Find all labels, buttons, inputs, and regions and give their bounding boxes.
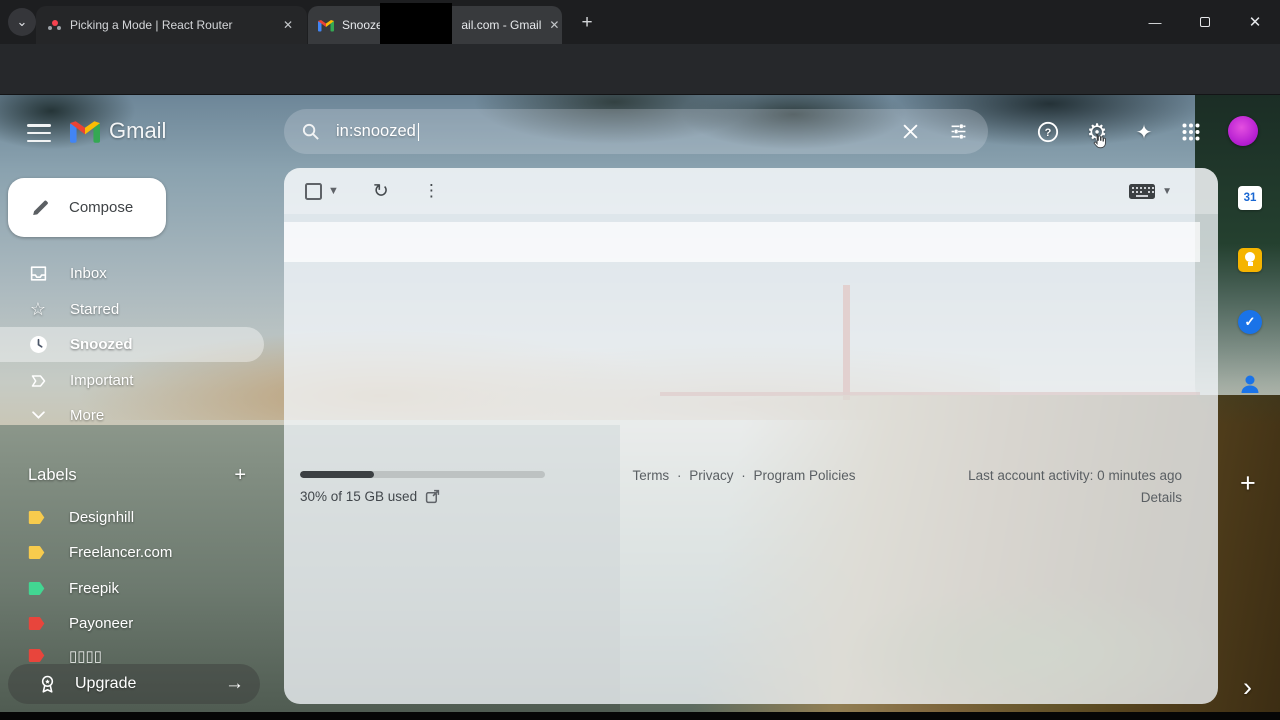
compose-label: Compose: [69, 199, 134, 216]
label-tag-icon: [28, 616, 47, 631]
search-icon[interactable]: [298, 120, 322, 144]
tab-close-icon[interactable]: ✕: [279, 16, 297, 34]
get-addons-icon[interactable]: +: [1240, 468, 1256, 499]
storage-text: 30% of 15 GB used: [300, 489, 418, 504]
storage-meter: [300, 471, 545, 478]
legal-links: Terms · Privacy · Program Policies: [632, 468, 856, 483]
search-input[interactable]: in:snoozed: [336, 122, 416, 141]
tab-title: Picking a Mode | React Router: [70, 18, 233, 32]
refresh-icon[interactable]: ↻: [373, 180, 389, 203]
create-label-icon[interactable]: +: [234, 464, 246, 487]
browser-window: ⌄ Picking a Mode | React Router ✕ Snooze…: [0, 0, 1280, 720]
medal-icon: [38, 674, 57, 695]
main-menu-icon[interactable]: [26, 122, 52, 144]
storage-section: 30% of 15 GB used: [300, 471, 545, 504]
keyboard-icon[interactable]: [1129, 184, 1156, 199]
empty-list-row: [284, 222, 1200, 262]
more-options-icon[interactable]: ⋮: [423, 181, 440, 201]
important-marker-icon: [28, 372, 48, 390]
svg-text:?: ?: [1045, 127, 1052, 139]
select-all-checkbox[interactable]: [305, 182, 322, 200]
sidebar-item-inbox[interactable]: Inbox: [0, 256, 264, 291]
privacy-link[interactable]: Privacy: [689, 468, 733, 483]
list-toolbar: ▼ ↻ ⋮: [284, 168, 1218, 214]
compose-button[interactable]: Compose: [8, 178, 166, 237]
contacts-icon[interactable]: [1238, 372, 1262, 396]
terms-link[interactable]: Terms: [632, 468, 669, 483]
window-controls: — ✕: [1130, 0, 1280, 44]
select-dropdown-icon[interactable]: ▼: [328, 185, 339, 197]
restore-button[interactable]: [1180, 0, 1230, 44]
label-item[interactable]: Payoneer: [0, 606, 264, 641]
tab-strip: ⌄ Picking a Mode | React Router ✕ Snooze…: [0, 0, 1280, 45]
label-item[interactable]: Freepik: [0, 571, 264, 606]
gmail-m-icon: [70, 120, 100, 143]
gemini-sparkle-icon[interactable]: ✦: [1131, 119, 1157, 145]
label-tag-icon: [28, 648, 47, 663]
arrow-right-icon: →: [225, 673, 244, 694]
gmail-favicon: [318, 17, 334, 33]
close-window-button[interactable]: ✕: [1230, 0, 1280, 44]
input-tools-control[interactable]: ▼: [1129, 184, 1172, 199]
keep-icon[interactable]: [1238, 248, 1262, 272]
letterbox-strip: [0, 712, 1280, 720]
sidebar-item-snoozed[interactable]: Snoozed: [0, 327, 264, 362]
storage-meter-fill: [300, 471, 374, 478]
tab-gmail[interactable]: Snoozed ail.com - Gmail ✕: [308, 3, 562, 45]
mouse-hand-cursor: [1093, 133, 1106, 149]
label-tag-icon: [28, 510, 47, 525]
sidebar-item-starred[interactable]: ☆ Starred: [0, 292, 264, 327]
chevron-down-icon: [28, 411, 48, 420]
labels-header: Labels +: [28, 463, 246, 487]
calendar-icon[interactable]: 31: [1238, 186, 1262, 210]
mail-list-panel: ▼ ↻ ⋮ ▼ 30% of 15 GB used Terms · Privac…: [284, 168, 1218, 704]
tasks-icon[interactable]: ✓: [1238, 310, 1262, 334]
gmail-wordmark: Gmail: [109, 118, 167, 143]
inbox-icon: [28, 264, 48, 283]
label-tag-icon: [28, 545, 47, 560]
show-side-panel-icon[interactable]: ›: [1243, 672, 1252, 703]
new-tab-button[interactable]: +: [574, 10, 600, 36]
input-tools-dropdown-icon[interactable]: ▼: [1162, 186, 1172, 197]
tab-search-button[interactable]: ⌄: [8, 8, 36, 36]
label-item[interactable]: Freelancer.com: [0, 535, 264, 570]
label-tag-icon: [28, 581, 47, 596]
google-apps-grid-icon[interactable]: [1178, 119, 1204, 145]
last-activity-text: Last account activity: 0 minutes ago: [968, 468, 1182, 483]
browser-toolbar: ← → ↻ mail.google.com/mail/u/0/#snoozed …: [0, 44, 1280, 131]
sidebar-item-more[interactable]: More: [0, 398, 264, 433]
pencil-icon: [33, 200, 48, 216]
react-router-favicon: [46, 17, 62, 33]
text-caret: [417, 122, 420, 141]
tab-react-router[interactable]: Picking a Mode | React Router ✕: [36, 6, 307, 44]
search-options-icon[interactable]: [946, 120, 970, 144]
details-link[interactable]: Details: [1141, 490, 1182, 505]
program-policies-link[interactable]: Program Policies: [754, 468, 856, 483]
redaction-box: [380, 3, 452, 45]
tab-close-icon[interactable]: ✕: [549, 16, 559, 34]
account-avatar[interactable]: [1228, 116, 1258, 146]
sidebar-item-important[interactable]: Important: [0, 363, 264, 398]
label-item[interactable]: Designhill: [0, 500, 264, 535]
star-icon: ☆: [29, 299, 47, 319]
minimize-button[interactable]: —: [1130, 0, 1180, 44]
search-bar[interactable]: in:snoozed: [284, 109, 988, 154]
gmail-logo: Gmail: [70, 118, 166, 144]
open-in-new-icon[interactable]: [425, 489, 440, 504]
clear-search-icon[interactable]: [898, 120, 922, 144]
upgrade-button[interactable]: Upgrade →: [8, 664, 260, 704]
clock-icon: [28, 335, 48, 354]
help-icon[interactable]: ?: [1035, 119, 1061, 145]
